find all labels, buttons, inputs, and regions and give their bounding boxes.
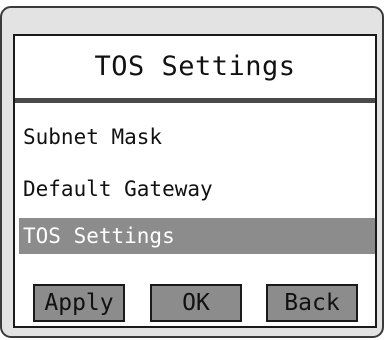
- ok-button[interactable]: OK: [150, 284, 242, 322]
- back-button[interactable]: Back: [266, 284, 358, 322]
- screen-title: TOS Settings: [94, 50, 296, 82]
- menu-item-default-gateway[interactable]: Default Gateway: [19, 171, 375, 207]
- apply-button[interactable]: Apply: [33, 284, 125, 322]
- title-divider: [15, 98, 375, 103]
- menu-item-tos-settings-selected[interactable]: TOS Settings: [19, 218, 375, 254]
- menu-item-subnet-mask[interactable]: Subnet Mask: [19, 119, 375, 155]
- settings-screen: TOS Settings Subnet Mask Default Gateway…: [13, 34, 377, 328]
- device-frame: TOS Settings Subnet Mask Default Gateway…: [0, 6, 384, 338]
